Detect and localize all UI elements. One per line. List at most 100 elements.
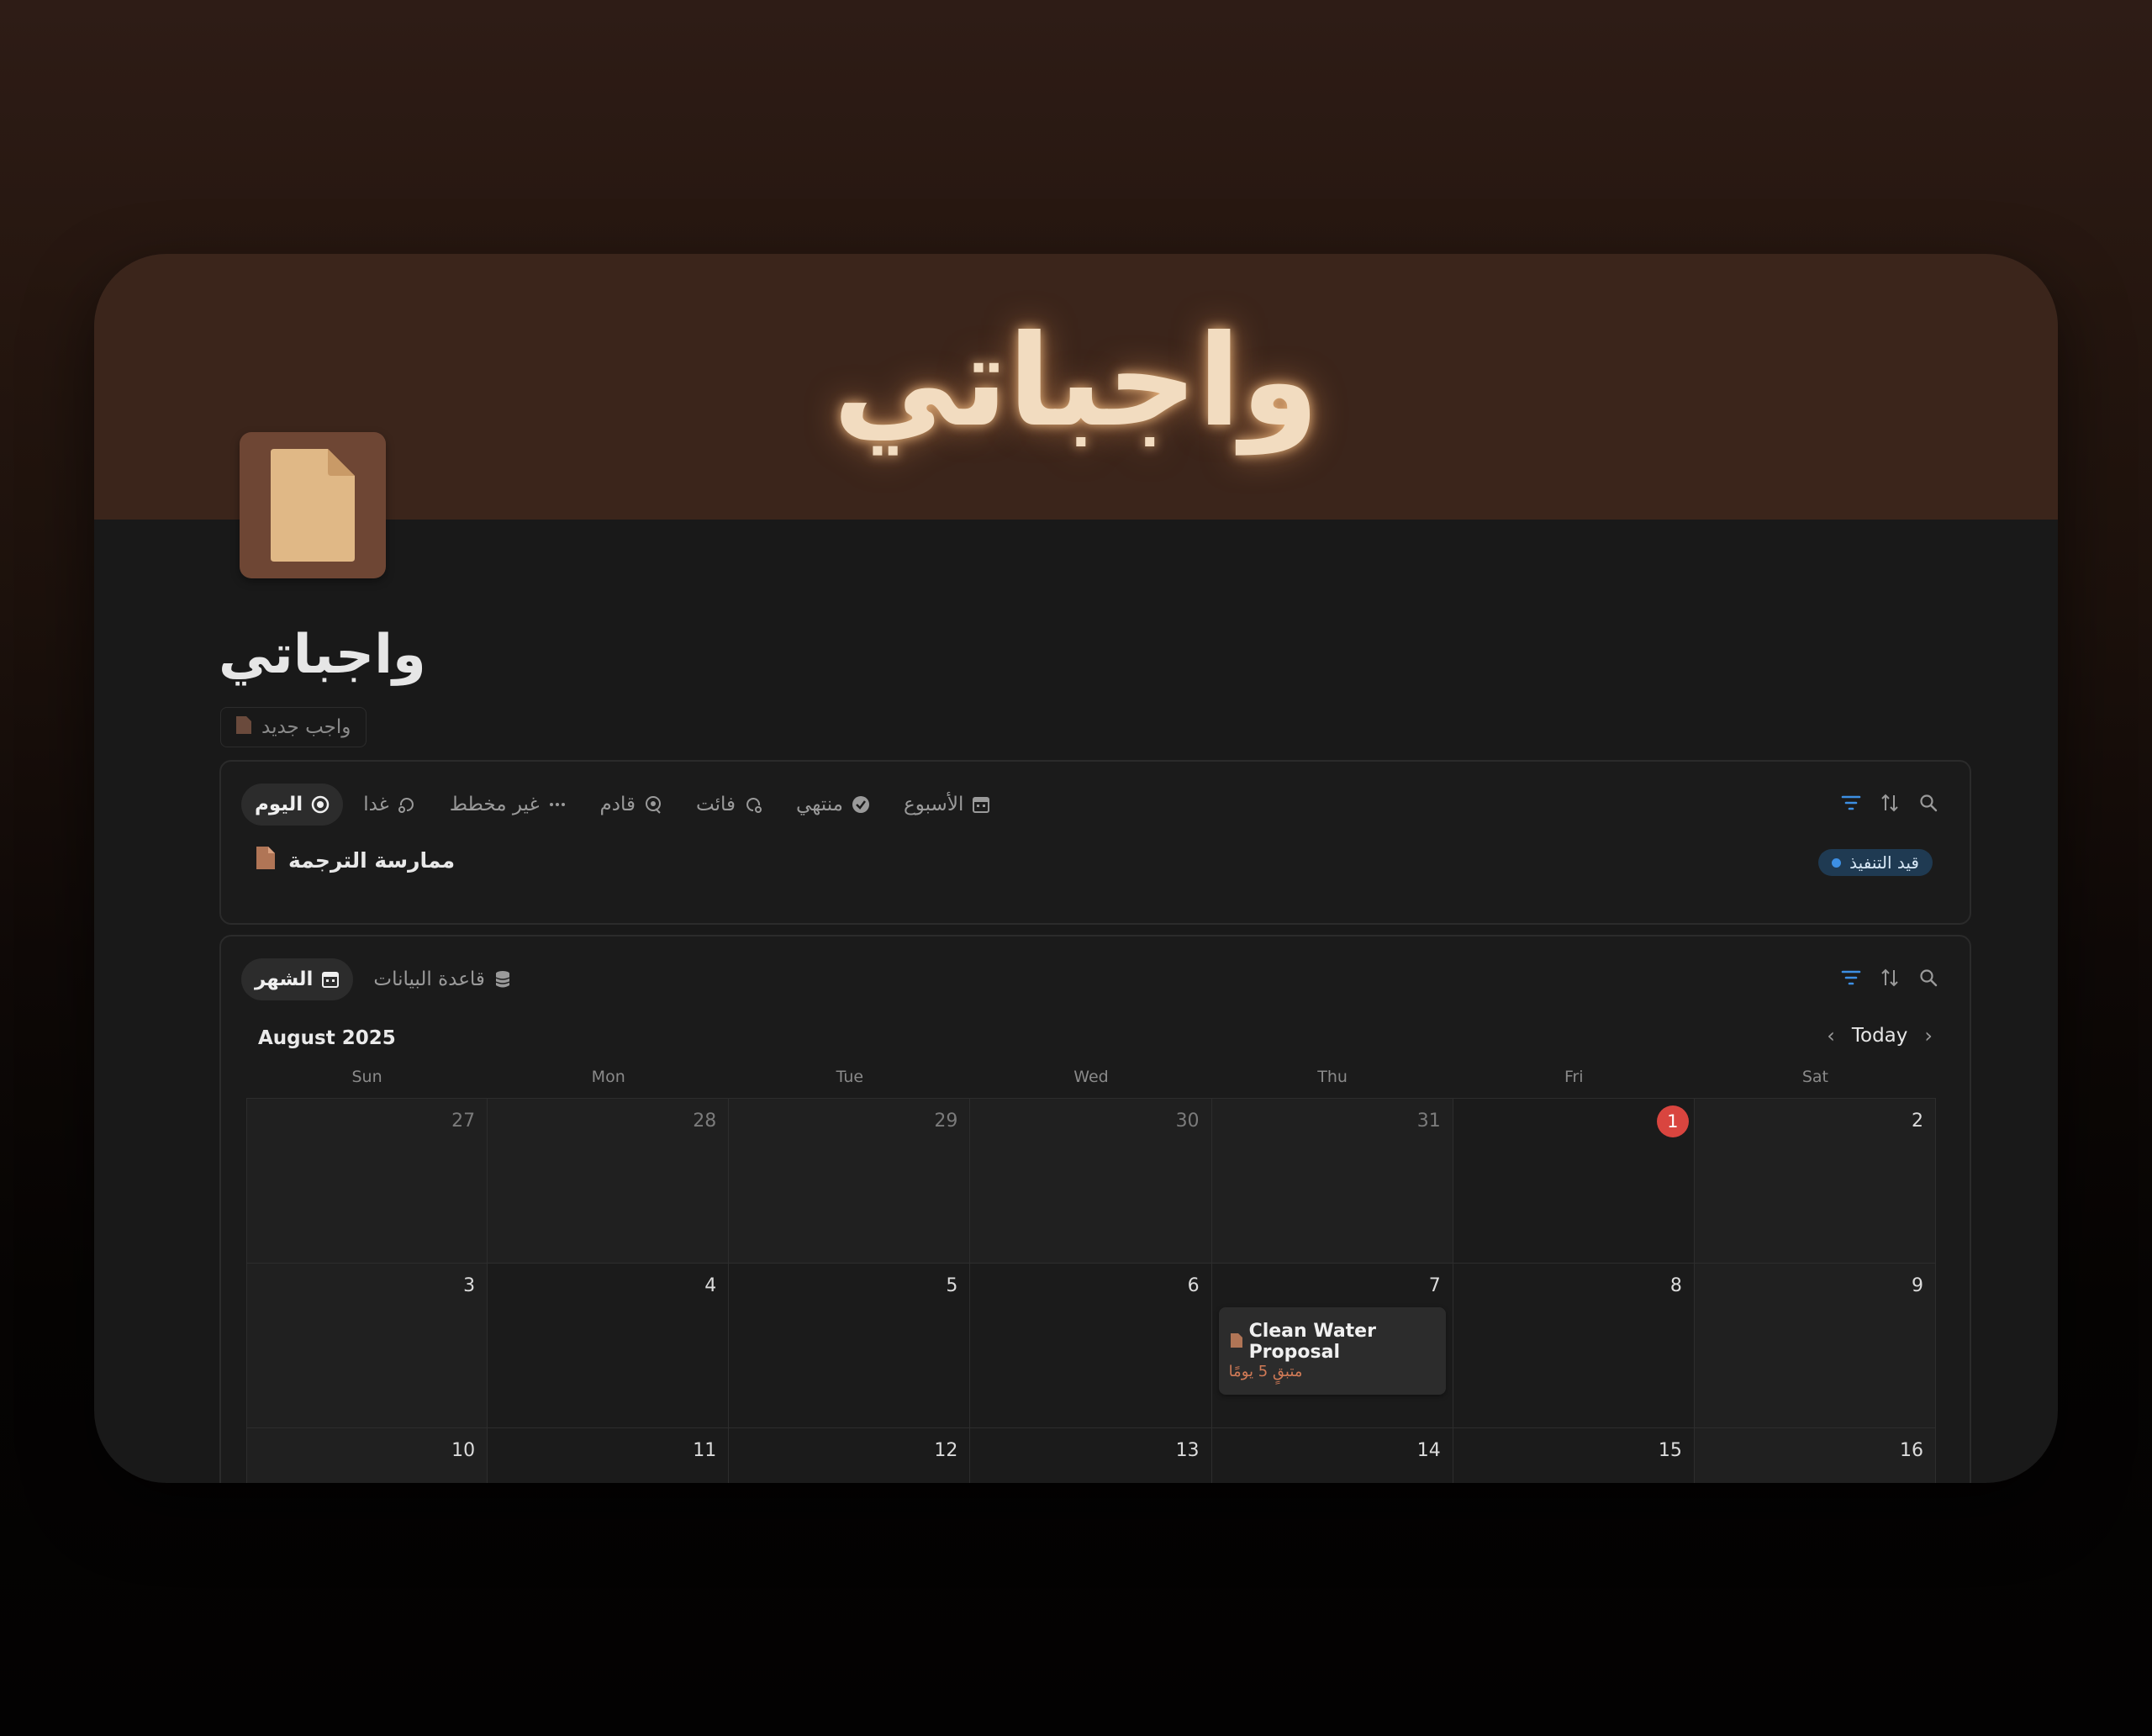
- day-number: 30: [1175, 1111, 1200, 1132]
- file-icon: [236, 715, 251, 739]
- calendar-day-cell[interactable]: 14: [1211, 1428, 1453, 1483]
- calendar-day-cell[interactable]: 11: [488, 1428, 730, 1483]
- day-number: 11: [693, 1440, 717, 1461]
- calendar-day-cell[interactable]: 15: [1453, 1428, 1695, 1483]
- calendar-view-toolbar: [1840, 967, 1939, 989]
- filter-icon[interactable]: [1840, 792, 1862, 814]
- calendar-day-cell[interactable]: 27: [246, 1099, 488, 1264]
- calendar-day-cell[interactable]: 29: [729, 1099, 971, 1264]
- calendar-day-cell[interactable]: 2: [1694, 1099, 1936, 1264]
- tab-unscheduled[interactable]: غير مخطط: [436, 784, 580, 826]
- day-number: 6: [1187, 1275, 1200, 1296]
- new-assignment-button[interactable]: واجب جديد: [220, 707, 367, 747]
- search-icon[interactable]: [1917, 792, 1939, 814]
- check-circle-icon: [852, 795, 870, 814]
- calendar-day-cell[interactable]: 4: [488, 1264, 730, 1428]
- calendar-day-cell[interactable]: 9: [1694, 1264, 1936, 1428]
- page-file-icon[interactable]: [240, 432, 386, 578]
- calendar-day-cell[interactable]: 3: [246, 1264, 488, 1428]
- filter-icon[interactable]: [1840, 967, 1862, 989]
- tab-today[interactable]: اليوم: [241, 784, 344, 826]
- calendar-day-cell[interactable]: 30: [970, 1099, 1212, 1264]
- repeat-icon: [398, 795, 416, 814]
- weekday-label: Thu: [1317, 1068, 1348, 1086]
- chevron-right-icon[interactable]: ›: [1924, 1024, 1933, 1047]
- day-number: 28: [693, 1111, 717, 1132]
- day-number: 31: [1416, 1111, 1441, 1132]
- tab-week[interactable]: الأسبوع: [890, 784, 1004, 826]
- day-number: 7: [1428, 1275, 1441, 1296]
- status-dot: [1832, 857, 1842, 868]
- event-title: Clean Water Proposal: [1248, 1321, 1376, 1363]
- weekday-label: Wed: [1073, 1068, 1109, 1086]
- calendar-day-cell[interactable]: 1: [1453, 1099, 1695, 1264]
- weekday-label: Fri: [1564, 1068, 1584, 1086]
- day-number: 15: [1658, 1440, 1682, 1461]
- day-number: 29: [934, 1111, 958, 1132]
- day-number: 2: [1911, 1111, 1923, 1132]
- day-number: 8: [1669, 1275, 1682, 1296]
- event-title-row: Clean Water Proposal: [1230, 1321, 1446, 1363]
- database-icon: [493, 970, 512, 989]
- calendar-day-cell[interactable]: 6: [970, 1264, 1212, 1428]
- page-card: واجباتي واجباتي واجب جديد اليوم غدا غير …: [94, 254, 2058, 1483]
- calendar-day-cell[interactable]: 12: [729, 1428, 971, 1483]
- calendar-day-cell[interactable]: 16: [1694, 1428, 1936, 1483]
- weekday-label: Mon: [591, 1068, 625, 1086]
- tab-overdue[interactable]: فائت: [683, 784, 776, 826]
- calendar-day-cell[interactable]: 28: [488, 1099, 730, 1264]
- tab-month-label: الشهر: [255, 968, 314, 990]
- calendar-day-cell[interactable]: 5: [729, 1264, 971, 1428]
- new-assignment-label: واجب جديد: [261, 716, 351, 738]
- calendar-view-panel: الشهر قاعدة البيانات August 2025 ‹ Today…: [219, 935, 1971, 1483]
- tab-unscheduled-label: غير مخطط: [449, 794, 540, 815]
- weekday-label: Sat: [1801, 1068, 1828, 1086]
- task-title: ممارسة الترجمة: [288, 847, 456, 873]
- day-number: 5: [946, 1275, 958, 1296]
- status-badge: قيد التنفيذ: [1818, 849, 1933, 876]
- tab-database[interactable]: قاعدة البيانات: [360, 958, 525, 1000]
- cover-banner: واجباتي: [94, 254, 2058, 520]
- tab-month[interactable]: الشهر: [241, 958, 354, 1000]
- day-number: 9: [1911, 1275, 1923, 1296]
- day-number: 13: [1175, 1440, 1200, 1461]
- calendar-day-cell[interactable]: 13: [970, 1428, 1212, 1483]
- tab-tomorrow[interactable]: غدا: [350, 784, 430, 826]
- today-button[interactable]: Today: [1852, 1025, 1908, 1047]
- day-number: 14: [1416, 1440, 1441, 1461]
- calendar-day-cell[interactable]: 8: [1453, 1264, 1695, 1428]
- target-icon: [311, 795, 330, 814]
- task-row[interactable]: ممارسة الترجمة: [256, 846, 455, 874]
- calendar-event-card[interactable]: Clean Water Proposal متبقٍ 5 يومًا: [1218, 1307, 1446, 1395]
- chevron-left-icon[interactable]: ‹: [1827, 1024, 1835, 1047]
- calendar-day-cell[interactable]: 7 Clean Water Proposal متبقٍ 5 يومًا: [1211, 1264, 1453, 1428]
- day-number: 4: [704, 1275, 717, 1296]
- weekday-label: Sun: [351, 1068, 382, 1086]
- day-number: 16: [1899, 1440, 1923, 1461]
- status-label: قيد التنفيذ: [1849, 852, 1919, 873]
- tab-upcoming-label: قادم: [599, 794, 636, 815]
- tasks-view-tabs: اليوم غدا غير مخطط قادم فائت منتهي الأسب…: [241, 784, 1004, 826]
- tab-database-label: قاعدة البيانات: [373, 968, 485, 990]
- tab-overdue-label: فائت: [696, 794, 736, 815]
- event-due-label: متبقٍ 5 يومًا: [1228, 1363, 1303, 1380]
- calendar-day-cell[interactable]: 10: [246, 1428, 488, 1483]
- calendar-nav: ‹ Today ›: [1827, 1024, 1933, 1047]
- search-icon[interactable]: [1917, 967, 1939, 989]
- tab-today-label: اليوم: [255, 794, 303, 815]
- day-number: 27: [451, 1111, 476, 1132]
- tab-done-label: منتهي: [796, 794, 844, 815]
- weekday-header: Sun Mon Tue Wed Thu Fri Sat: [246, 1068, 1936, 1086]
- tab-done[interactable]: منتهي: [783, 784, 883, 826]
- weekday-label: Tue: [836, 1068, 864, 1086]
- sort-icon[interactable]: [1879, 967, 1901, 989]
- file-icon: [256, 846, 275, 874]
- calendar-day-cell[interactable]: 31: [1211, 1099, 1453, 1264]
- file-icon: [1230, 1332, 1242, 1353]
- day-number: 12: [934, 1440, 958, 1461]
- tab-upcoming[interactable]: قادم: [587, 784, 677, 826]
- page-title: واجباتي: [219, 624, 426, 686]
- calendar-grid: 27 28 29 30 31 1 2 3 4 5 6 7 Clean Water Proposal متب…: [246, 1098, 1936, 1483]
- sort-icon[interactable]: [1879, 792, 1901, 814]
- calendar-icon: [321, 970, 340, 989]
